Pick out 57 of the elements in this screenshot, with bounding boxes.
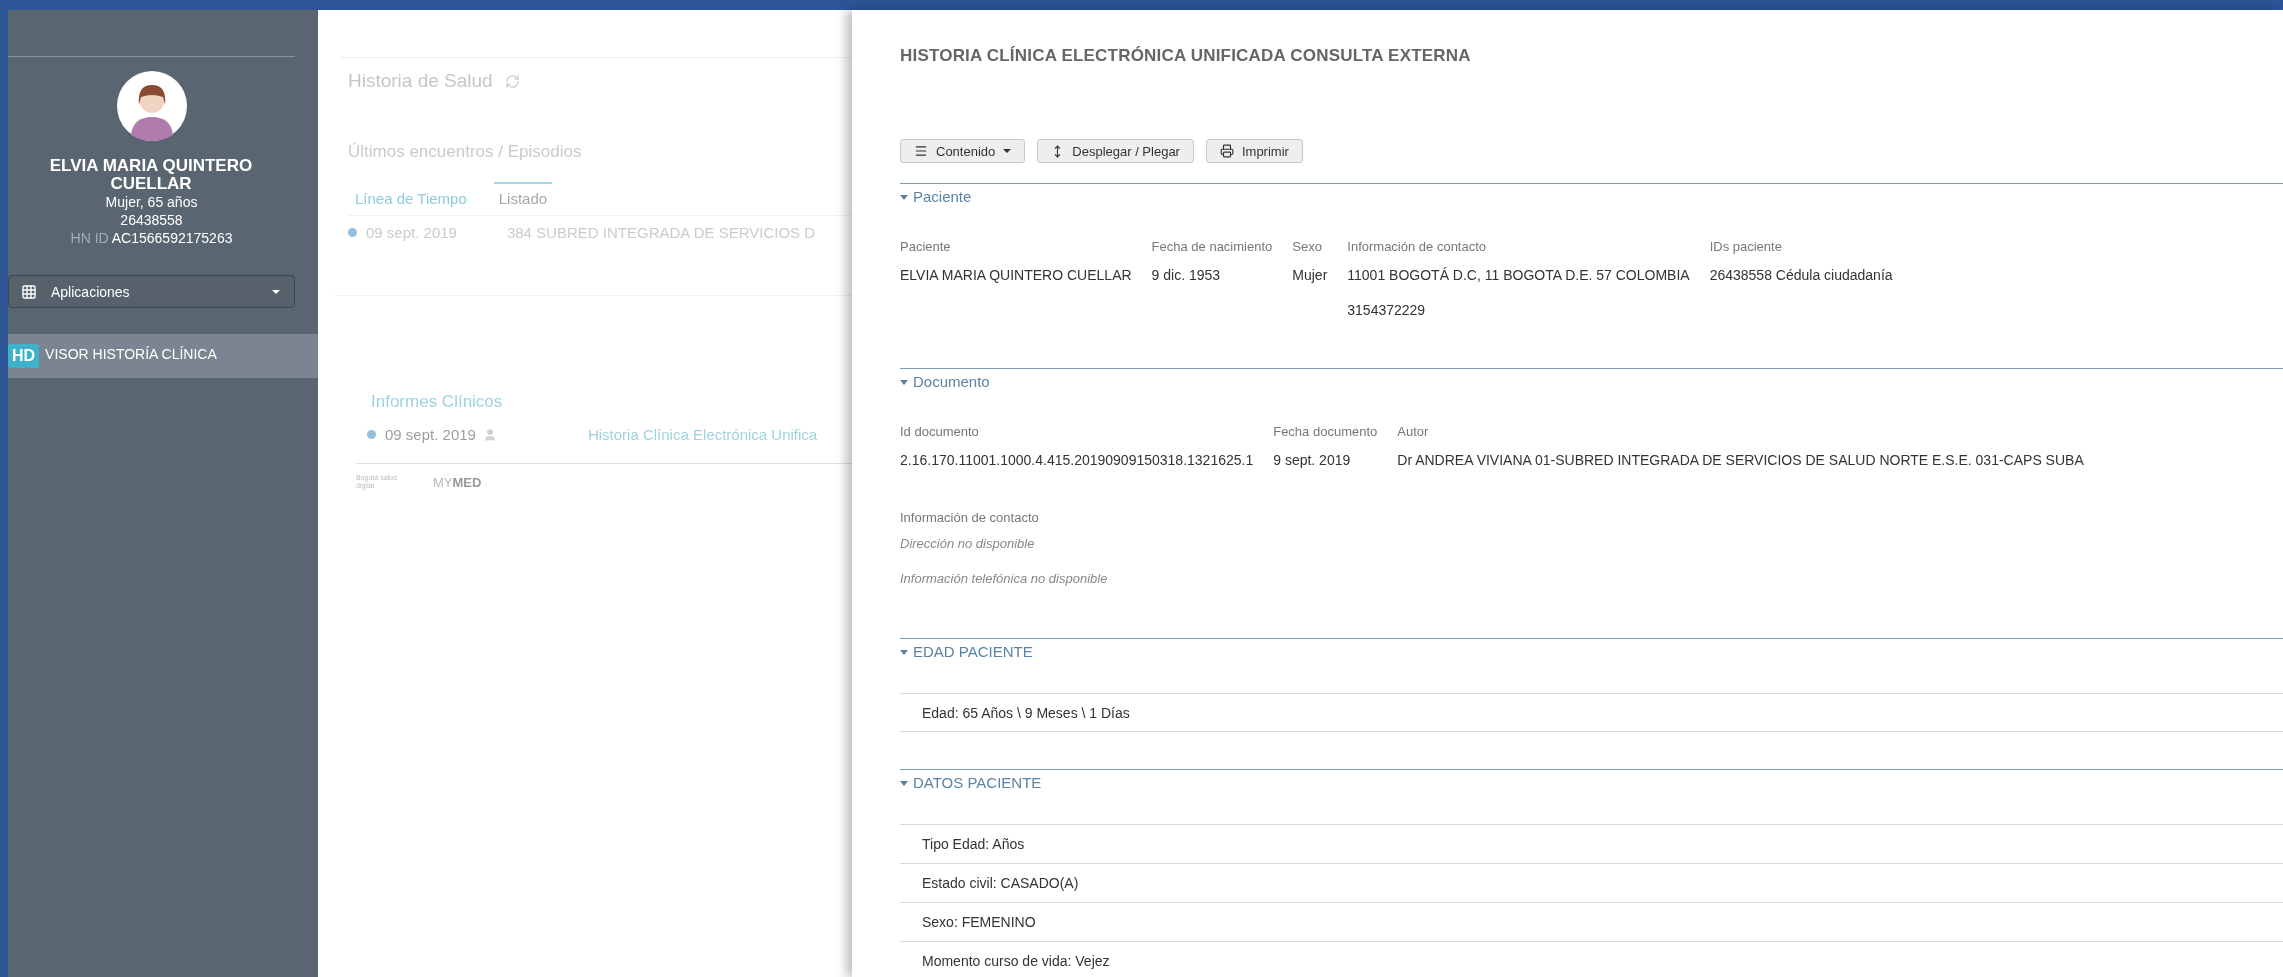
timeline-dot [367, 430, 376, 439]
refresh-icon[interactable] [504, 73, 520, 89]
field-value: 9 sept. 2019 [1273, 452, 1352, 468]
field-label: Información de contacto [900, 510, 1040, 526]
field-value: Mujer [1292, 267, 1328, 283]
toolbar-button[interactable]: Imprimir [1205, 139, 1303, 163]
field-label: Paciente [900, 239, 952, 255]
field-value: ELVIA MARIA QUINTERO CUELLAR [900, 267, 1132, 283]
applications-dropdown[interactable]: Aplicaciones [8, 275, 295, 308]
report-date: 09 sept. 2019 [385, 426, 476, 443]
field-label: Id documento [900, 424, 980, 440]
section-header[interactable]: Documento [900, 368, 2283, 390]
data-row: Momento curso de vida: Vejez [900, 941, 2283, 977]
gender-age: Mujer, 65 años [104, 193, 199, 211]
field-label: Fecha de nacimiento [1151, 239, 1273, 255]
menu-icon [914, 144, 928, 158]
caret-icon [272, 289, 280, 294]
toolbar-button[interactable]: Desplegar / Plegar [1037, 139, 1194, 163]
field-label: IDs paciente [1709, 239, 1783, 255]
data-row: Estado civil: CASADO(A) [900, 863, 2283, 902]
sidebar-item[interactable]: HD VISOR HISTORÍA CLÍNICA [8, 334, 318, 378]
grid-icon [21, 283, 37, 300]
hn-id-label: HN ID [70, 230, 109, 246]
tab[interactable]: Listado [493, 182, 553, 207]
hn-id: AC1566592175263 [111, 230, 233, 246]
section-header[interactable]: Paciente [900, 183, 2283, 205]
user-icon [482, 427, 497, 442]
page-title: Historia de Salud [348, 70, 493, 92]
field-value: 26438558 Cédula ciudadanía [1709, 267, 1893, 283]
field-label: Información de contacto [1347, 239, 1488, 255]
field-label: Sexo [1292, 239, 1323, 255]
brand-logo: MYMED [433, 474, 482, 490]
field-value: 2.16.170.11001.1000.4.415.20190909150318.1321625.1 [900, 452, 1254, 468]
print-icon [1219, 144, 1234, 158]
unavailable-note: Información telefónica no disponible [900, 571, 1109, 586]
field-value: 11001 BOGOTÁ D.C, 11 BOGOTA D.E. 57 COLOMBIA [1347, 267, 1690, 283]
timeline-dot [348, 228, 357, 237]
field-value: 3154372229 [1347, 302, 1427, 318]
toolbar-button[interactable]: Contenido [900, 139, 1026, 163]
avatar-silhouette [116, 71, 187, 141]
unavailable-note: Dirección no disponible [900, 536, 1036, 551]
field-label: Autor [1397, 424, 1430, 440]
document-number: 26438558 [119, 211, 184, 229]
sidebar-item-label: VISOR HISTORÍA CLÍNICA [45, 346, 217, 362]
patient-name: ELVIA MARIA QUINTERO CUELLAR [48, 157, 254, 193]
document-title: HISTORIA CLÍNICA ELECTRÓNICA UNIFICADA CONSULTA EXTERNA [900, 46, 1472, 66]
data-row: Sexo: FEMENINO [900, 902, 2283, 941]
section-header[interactable]: DATOS PACIENTE [900, 769, 2283, 824]
field-label: Fecha documento [1273, 424, 1378, 440]
data-row: Edad: 65 Años \ 9 Meses \ 1 Días [900, 693, 2283, 732]
app-badge: HD [8, 344, 40, 368]
field-value: 9 dic. 1953 [1151, 267, 1222, 283]
caret-icon [1003, 149, 1012, 153]
field-value: Dr ANDREA VIVIANA 01-SUBRED INTEGRADA DE SERVICIOS DE SALUD NORTE E.S.E. 031-CAPS SUBA [1397, 452, 2084, 468]
section-heading: Informes Clínicos [371, 392, 504, 412]
data-row: Tipo Edad: Años [900, 824, 2283, 863]
section-header[interactable]: EDAD PACIENTE [900, 638, 2283, 693]
